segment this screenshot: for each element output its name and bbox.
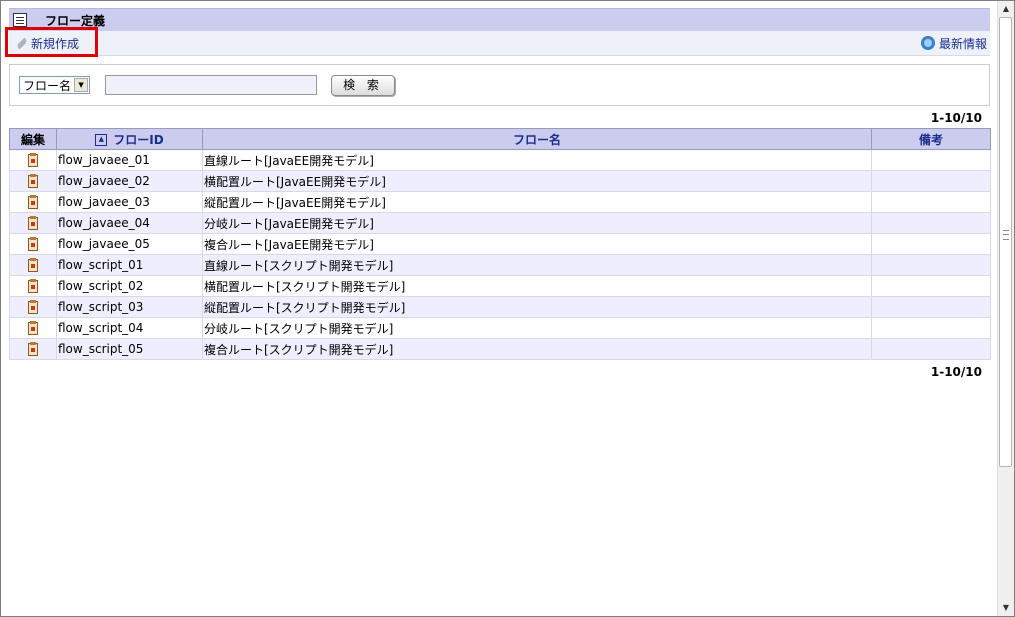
edit-cell bbox=[9, 212, 57, 234]
flow-name-cell: 分岐ルート[スクリプト開発モデル] bbox=[202, 317, 872, 339]
flow-id-cell: flow_javaee_03 bbox=[56, 191, 203, 213]
edit-icon[interactable] bbox=[28, 321, 38, 335]
flow-table: 編集 ▲ フローID フロー名 備考 flow_javaee_01 直線ルート[J… bbox=[9, 128, 991, 360]
scroll-up-arrow-icon[interactable]: ▲ bbox=[998, 1, 1014, 17]
note-cell bbox=[871, 338, 991, 360]
flow-id-cell: flow_javaee_02 bbox=[56, 170, 203, 192]
note-cell bbox=[871, 191, 991, 213]
flow-id-cell: flow_javaee_01 bbox=[56, 149, 203, 171]
edit-cell bbox=[9, 191, 57, 213]
note-cell bbox=[871, 233, 991, 255]
note-cell bbox=[871, 296, 991, 318]
header-edit: 編集 bbox=[9, 128, 57, 150]
table-row: flow_script_04 分岐ルート[スクリプト開発モデル] bbox=[9, 317, 991, 339]
flow-name-cell: 横配置ルート[JavaEE開発モデル] bbox=[202, 170, 872, 192]
page-title: フロー定義 bbox=[45, 13, 106, 28]
note-cell bbox=[871, 254, 991, 276]
chevron-down-icon[interactable]: ▼ bbox=[74, 78, 89, 92]
flow-name-cell: 直線ルート[JavaEE開発モデル] bbox=[202, 149, 872, 171]
toolbar: 新規作成 最新情報 bbox=[5, 27, 990, 57]
edit-cell bbox=[9, 254, 57, 276]
flow-id-cell: flow_javaee_04 bbox=[56, 212, 203, 234]
note-cell bbox=[871, 149, 991, 171]
main-content: フロー定義 新規作成 最新情報 フロー名 ▼ 検 索 1-10/10 編集 ▲ … bbox=[5, 8, 991, 382]
flow-name-cell: 複合ルート[JavaEE開発モデル] bbox=[202, 233, 872, 255]
table-row: flow_script_05 複合ルート[スクリプト開発モデル] bbox=[9, 338, 991, 360]
table-row: flow_script_01 直線ルート[スクリプト開発モデル] bbox=[9, 254, 991, 276]
flow-name-cell: 横配置ルート[スクリプト開発モデル] bbox=[202, 275, 872, 297]
edit-cell bbox=[9, 317, 57, 339]
search-field-select[interactable]: フロー名 ▼ bbox=[19, 76, 91, 94]
refresh-icon bbox=[920, 36, 935, 50]
edit-icon[interactable] bbox=[28, 342, 38, 356]
note-cell bbox=[871, 170, 991, 192]
note-cell bbox=[871, 275, 991, 297]
flow-id-cell: flow_script_03 bbox=[56, 296, 203, 318]
header-note[interactable]: 備考 bbox=[871, 128, 991, 150]
edit-icon[interactable] bbox=[28, 300, 38, 314]
flow-id-cell: flow_javaee_05 bbox=[56, 233, 203, 255]
table-row: flow_javaee_03 縦配置ルート[JavaEE開発モデル] bbox=[9, 191, 991, 213]
new-button-label[interactable]: 新規作成 bbox=[31, 35, 79, 52]
browser-frame: フロー定義 新規作成 最新情報 フロー名 ▼ 検 索 1-10/10 編集 ▲ … bbox=[0, 0, 1015, 617]
flow-name-cell: 分岐ルート[JavaEE開発モデル] bbox=[202, 212, 872, 234]
search-input[interactable] bbox=[105, 75, 318, 95]
flow-id-cell: flow_script_04 bbox=[56, 317, 203, 339]
flow-name-cell: 直線ルート[スクリプト開発モデル] bbox=[202, 254, 872, 276]
table-header-row: 編集 ▲ フローID フロー名 備考 bbox=[9, 128, 991, 150]
header-flow-id[interactable]: ▲ フローID bbox=[56, 128, 203, 150]
note-cell bbox=[871, 212, 991, 234]
edit-cell bbox=[9, 233, 57, 255]
table-row: flow_javaee_04 分岐ルート[JavaEE開発モデル] bbox=[9, 212, 991, 234]
header-flow-name[interactable]: フロー名 bbox=[202, 128, 872, 150]
edit-icon[interactable] bbox=[28, 195, 38, 209]
grip-icon bbox=[1003, 230, 1009, 240]
flow-name-cell: 縦配置ルート[JavaEE開発モデル] bbox=[202, 191, 872, 213]
scrollbar-thumb[interactable] bbox=[999, 17, 1012, 467]
edit-icon[interactable] bbox=[28, 216, 38, 230]
table-row: flow_script_02 横配置ルート[スクリプト開発モデル] bbox=[9, 275, 991, 297]
edit-cell bbox=[9, 149, 57, 171]
refresh-button[interactable]: 最新情報 bbox=[920, 35, 990, 52]
edit-icon[interactable] bbox=[28, 153, 38, 167]
flow-name-cell: 複合ルート[スクリプト開発モデル] bbox=[202, 338, 872, 360]
edit-icon[interactable] bbox=[28, 258, 38, 272]
table-row: flow_javaee_02 横配置ルート[JavaEE開発モデル] bbox=[9, 170, 991, 192]
new-button[interactable]: 新規作成 bbox=[5, 27, 98, 57]
edit-icon[interactable] bbox=[28, 279, 38, 293]
vertical-scrollbar[interactable]: ▲ ▼ bbox=[997, 1, 1014, 616]
header-flow-id-label[interactable]: フローID bbox=[113, 133, 163, 147]
search-panel: フロー名 ▼ 検 索 bbox=[9, 64, 990, 106]
note-cell bbox=[871, 317, 991, 339]
scroll-down-arrow-icon[interactable]: ▼ bbox=[998, 600, 1014, 616]
table-row: flow_javaee_05 複合ルート[JavaEE開発モデル] bbox=[9, 233, 991, 255]
search-field-value: フロー名 bbox=[23, 78, 72, 93]
search-button[interactable]: 検 索 bbox=[331, 74, 396, 96]
pager-top: 1-10/10 bbox=[930, 111, 982, 125]
table-row: flow_script_03 縦配置ルート[スクリプト開発モデル] bbox=[9, 296, 991, 318]
refresh-button-label[interactable]: 最新情報 bbox=[939, 35, 987, 52]
pager-bottom: 1-10/10 bbox=[930, 365, 982, 379]
feather-icon bbox=[14, 36, 28, 50]
document-icon bbox=[13, 13, 27, 27]
flow-id-cell: flow_script_01 bbox=[56, 254, 203, 276]
flow-id-cell: flow_script_02 bbox=[56, 275, 203, 297]
edit-icon[interactable] bbox=[28, 237, 38, 251]
flow-name-cell: 縦配置ルート[スクリプト開発モデル] bbox=[202, 296, 872, 318]
flow-id-cell: flow_script_05 bbox=[56, 338, 203, 360]
edit-cell bbox=[9, 170, 57, 192]
sort-icon[interactable]: ▲ bbox=[95, 134, 108, 146]
edit-cell bbox=[9, 338, 57, 360]
edit-cell bbox=[9, 275, 57, 297]
table-row: flow_javaee_01 直線ルート[JavaEE開発モデル] bbox=[9, 149, 991, 171]
edit-cell bbox=[9, 296, 57, 318]
edit-icon[interactable] bbox=[28, 174, 38, 188]
page-titlebar: フロー定義 bbox=[9, 8, 990, 31]
